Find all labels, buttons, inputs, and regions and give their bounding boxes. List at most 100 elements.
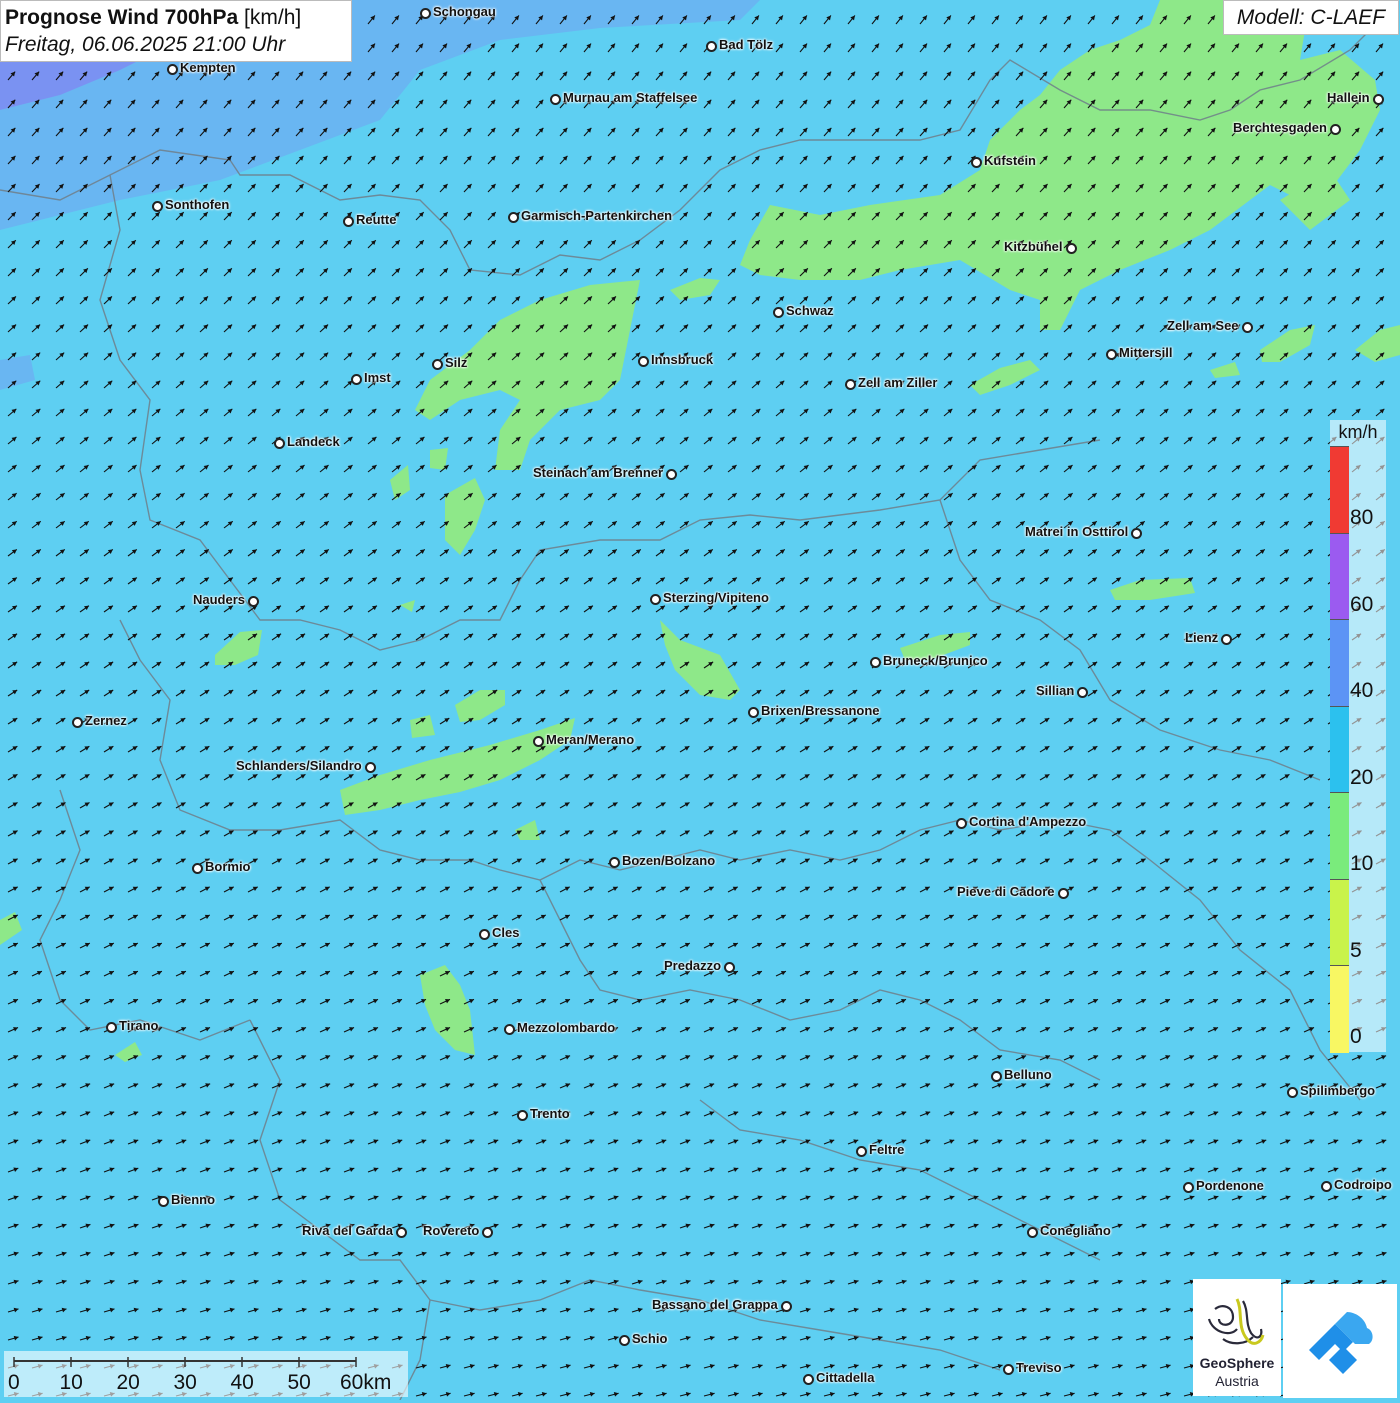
scale-label: 50 — [287, 1371, 311, 1394]
city-marker — [1287, 1087, 1298, 1098]
geosphere-country: Austria — [1215, 1373, 1259, 1389]
city-marker — [1066, 243, 1077, 254]
legend-swatch — [1330, 965, 1349, 1053]
city-marker — [550, 94, 561, 105]
city-label: Murnau am Staffelsee — [563, 90, 698, 105]
city-marker — [991, 1071, 1002, 1082]
legend-label: 10 — [1350, 852, 1374, 875]
city-marker — [773, 307, 784, 318]
city-marker — [1131, 528, 1142, 539]
city-marker — [956, 818, 967, 829]
legend-unit: km/h — [1338, 422, 1378, 442]
model-label: Modell: C-LAEF — [1223, 0, 1399, 35]
city-label: Pordenone — [1196, 1178, 1264, 1193]
city-marker — [396, 1227, 407, 1238]
city-label: Trento — [530, 1106, 570, 1121]
city-label: Pieve di Cadore — [957, 884, 1055, 899]
city-marker — [781, 1301, 792, 1312]
scale-label: 10 — [59, 1371, 83, 1394]
city-marker — [482, 1227, 493, 1238]
title-box: Prognose Wind 700hPa [km/h] Freitag, 06.… — [0, 0, 352, 62]
city-marker — [508, 212, 519, 223]
city-label: Kempten — [180, 60, 236, 75]
app-logo-icon — [1309, 1312, 1373, 1374]
legend-label: 80 — [1350, 506, 1374, 529]
city-label: Schlanders/Silandro — [236, 758, 362, 773]
city-label: Predazzo — [664, 958, 722, 973]
city-label: Kufstein — [984, 153, 1036, 168]
city-label: Imst — [364, 370, 391, 385]
city-label: Reutte — [356, 212, 397, 227]
legend-label: 5 — [1350, 938, 1362, 962]
city-label: Matrei in Osttirol — [1025, 524, 1129, 539]
city-label: Bruneck/Brunico — [883, 653, 988, 668]
city-label: Sonthofen — [165, 197, 230, 212]
city-label: Belluno — [1004, 1067, 1052, 1082]
city-label: Nauders — [193, 592, 246, 607]
weather-app-logo[interactable] — [1283, 1284, 1397, 1398]
scale-label: 20 — [116, 1371, 140, 1394]
city-marker — [343, 216, 354, 227]
city-marker — [1330, 124, 1341, 135]
city-label: Spilimbergo — [1300, 1083, 1376, 1098]
city-label: Treviso — [1016, 1360, 1062, 1375]
city-label: Bassano del Grappa — [652, 1297, 778, 1312]
city-label: Zell am Ziller — [858, 375, 938, 390]
geosphere-name: GeoSphere — [1199, 1355, 1275, 1371]
city-marker — [748, 707, 759, 718]
city-marker — [533, 736, 544, 747]
city-label: Bozen/Bolzano — [622, 853, 716, 868]
city-label: Conegliano — [1040, 1223, 1111, 1238]
city-label: Zernez — [85, 713, 127, 728]
legend-label: 0 — [1350, 1025, 1362, 1048]
city-label: Sterzing/Vipiteno — [663, 590, 769, 605]
city-label: Garmisch-Partenkirchen — [521, 208, 673, 223]
city-label: Codroipo — [1334, 1177, 1392, 1192]
city-marker — [609, 857, 620, 868]
city-marker — [856, 1146, 867, 1157]
city-marker — [1183, 1182, 1194, 1193]
city-marker — [1221, 634, 1232, 645]
scale-label: 60km — [340, 1371, 392, 1394]
scale-label: 40 — [230, 1371, 254, 1394]
city-marker — [192, 863, 203, 874]
city-marker — [517, 1110, 528, 1121]
city-label: Steinach am Brenner — [533, 465, 664, 480]
title-unit: [km/h] — [244, 6, 302, 29]
city-label: Bienno — [171, 1192, 216, 1207]
city-marker — [666, 469, 677, 480]
city-label: Cortina d'Ampezzo — [969, 814, 1087, 829]
city-marker — [1373, 94, 1384, 105]
city-label: Innsbruck — [651, 352, 714, 367]
city-label: Sillian — [1036, 683, 1075, 698]
city-marker — [479, 929, 490, 940]
city-label: Cles — [492, 925, 520, 940]
city-label: Riva del Garda — [302, 1223, 394, 1238]
city-label: Hallein — [1327, 90, 1370, 105]
legend-swatch — [1330, 619, 1349, 707]
city-label: Rovereto — [423, 1223, 480, 1238]
city-label: Mittersill — [1119, 345, 1173, 360]
city-label: Berchtesgaden — [1233, 120, 1327, 135]
city-label: Schio — [632, 1331, 668, 1346]
city-marker — [1321, 1181, 1332, 1192]
title-bold: Prognose Wind 700hPa — [5, 6, 239, 29]
legend-label: 40 — [1350, 679, 1374, 702]
city-marker — [1003, 1364, 1014, 1375]
city-label: Kitzbühel — [1004, 239, 1063, 254]
legend-swatch — [1330, 792, 1349, 880]
scale-label: 30 — [173, 1371, 197, 1394]
city-marker — [619, 1335, 630, 1346]
city-label: Bad Tölz — [719, 37, 774, 52]
city-marker — [365, 762, 376, 773]
city-label: Zell am See — [1167, 318, 1239, 333]
city-label: Meran/Merano — [546, 732, 635, 747]
legend-label: 20 — [1350, 765, 1374, 789]
city-marker — [803, 1374, 814, 1385]
city-label: Mezzolombardo — [517, 1020, 616, 1035]
city-marker — [650, 594, 661, 605]
forecast-datetime: Freitag, 06.06.2025 21:00 Uhr — [5, 33, 286, 56]
city-marker — [274, 438, 285, 449]
city-marker — [1106, 349, 1117, 360]
city-label: Bormio — [205, 859, 251, 874]
